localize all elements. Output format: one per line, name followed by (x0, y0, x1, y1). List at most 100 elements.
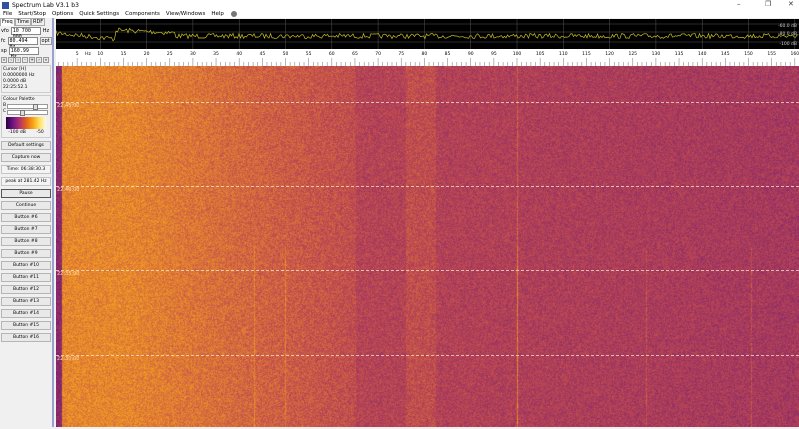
menu-options[interactable]: Options (52, 11, 73, 17)
cursor-info: Cursor [H] 0.0000000 Hz 0.0000 dB 22:25:… (1, 65, 51, 93)
ruler-tick-label: 65 (352, 51, 358, 57)
menu-components[interactable]: Components (125, 11, 160, 17)
button-12-button[interactable]: Button #12 (1, 285, 51, 294)
capture-now-button[interactable]: Capture now (1, 153, 51, 162)
contrast-slider[interactable] (7, 109, 48, 116)
ruler-tick-label: 135 (675, 51, 684, 57)
time-label: 22:40:00 (57, 187, 80, 193)
ruler-tick-label: 30 (190, 51, 196, 57)
close-button[interactable]: ✕ (788, 0, 794, 8)
ruler-tick-label: 70 (375, 51, 381, 57)
button-10-button[interactable]: Button #10 (1, 261, 51, 270)
spectrum-graph[interactable]: -60.0 dB -80.0 dB -100 dB (55, 19, 799, 49)
ruler-tick-label: 75 (398, 51, 404, 57)
ruler-tick-label: 10 (97, 51, 103, 57)
ruler-tick-label: 5 (76, 51, 79, 57)
nav-button-fast-left[interactable]: « (1, 57, 7, 63)
brightness-slider[interactable] (7, 103, 48, 110)
status-indicator-icon[interactable] (230, 11, 237, 17)
ruler-tick-label: 155 (767, 51, 776, 57)
sp-input[interactable]: 160.99 Hz (8, 47, 39, 60)
menu-view-windows[interactable]: View/Windows (166, 11, 205, 17)
menu-help[interactable]: Help (211, 11, 224, 17)
time-label: 22:35:00 (57, 271, 80, 277)
time-gridline (56, 270, 799, 271)
ruler-tick-label: 40 (236, 51, 242, 57)
button-9-button[interactable]: Button #9 (1, 249, 51, 258)
ruler-tick-label: 100 (513, 51, 522, 57)
ruler-unit-label: Hz (85, 51, 91, 57)
opt-button[interactable]: opt (39, 37, 52, 45)
time-label: 22:30:00 (57, 356, 80, 362)
ruler-tick-label: 25 (167, 51, 173, 57)
ruler-tick-label: 145 (721, 51, 730, 57)
tab-freq[interactable]: Freq (0, 18, 15, 26)
tab-rdf[interactable]: RDF (30, 18, 46, 26)
ruler-tick-label: 120 (605, 51, 614, 57)
zoom-in-button[interactable]: + (29, 57, 35, 63)
contrast-label: C (3, 109, 7, 114)
button-16-button[interactable]: Button #16 (1, 333, 51, 342)
db-label: -100 dB (779, 42, 797, 47)
ruler-tick-label: 20 (144, 51, 150, 57)
ruler-tick-label: 150 (744, 51, 753, 57)
palette-min-label: -100 dB (8, 130, 26, 135)
ruler-tick-label: 125 (628, 51, 637, 57)
ruler-tick-label: 95 (491, 51, 497, 57)
colour-palette-bar (6, 117, 46, 129)
zoom-out-button[interactable]: - (22, 57, 28, 63)
time-gridline (56, 186, 799, 187)
ruler-tick-label: 140 (698, 51, 707, 57)
vfo-input[interactable]: 10 700 000 (10, 27, 41, 40)
fc-input[interactable]: 80.494 Hz (7, 37, 38, 50)
ruler-tick-label: 60 (329, 51, 335, 57)
menu-start-stop[interactable]: Start/Stop (18, 11, 46, 17)
palette-max-label: -50 (36, 130, 44, 135)
ruler-tick-label: 45 (259, 51, 265, 57)
menu-file[interactable]: File (3, 11, 12, 17)
tab-time[interactable]: Time (14, 18, 31, 26)
button-15-button[interactable]: Button #15 (1, 321, 51, 330)
default-settings-button[interactable]: Default settings (1, 141, 51, 150)
menu-bar: File Start/Stop Options Quick Settings C… (0, 10, 799, 18)
pause-button[interactable]: Pause (1, 189, 51, 198)
button-13-button[interactable]: Button #13 (1, 297, 51, 306)
fc-label: fc (1, 38, 6, 44)
button-8-button[interactable]: Button #8 (1, 237, 51, 246)
nav-button-fast-right[interactable]: » (43, 57, 49, 63)
nav-button-step-left[interactable]: ‹ (15, 57, 21, 63)
button-11-button[interactable]: Button #11 (1, 273, 51, 282)
minimize-button[interactable]: – (737, 0, 741, 8)
db-label: -80.0 dB (777, 32, 797, 37)
button-6-button[interactable]: Button #6 (1, 213, 51, 222)
continue-button[interactable]: Continue (1, 201, 51, 210)
ruler-tick-label: 110 (559, 51, 568, 57)
ruler-tick-label: 105 (536, 51, 545, 57)
restore-button[interactable]: ❐ (765, 0, 771, 8)
nav-button-right[interactable]: › (36, 57, 42, 63)
nav-button-left[interactable]: ‹ (8, 57, 14, 63)
button-7-button[interactable]: Button #7 (1, 225, 51, 234)
peak-display: peak at 281.42 Hz (1, 177, 51, 186)
sp-label: sp (1, 48, 7, 54)
contrast-slider-thumb[interactable] (19, 109, 25, 116)
colour-palette-group: Colour Palette B C -100 dB -50 (1, 95, 51, 138)
ruler-tick-label: 90 (468, 51, 474, 57)
ruler-tick-label: 35 (213, 51, 219, 57)
waterfall-canvas[interactable] (56, 66, 799, 427)
time-gridline (56, 355, 799, 356)
ruler-tick-label: 15 (121, 51, 127, 57)
waterfall-display[interactable]: 22:45:00 22:40:00 22:35:00 22:30:00 (56, 66, 799, 427)
ruler-tick-label: 80 (422, 51, 428, 57)
ruler-tick-label: 160 (791, 51, 799, 57)
time-gridline (56, 102, 799, 103)
menu-quick-settings[interactable]: Quick Settings (79, 11, 119, 17)
button-14-button[interactable]: Button #14 (1, 309, 51, 318)
time-display: Time: 06:38:30.3 (1, 165, 51, 174)
frequency-scale[interactable]: 5 10 15 20 25 30 35 40 45 50 55 60 65 70 75 80 85 90 95 100… (56, 49, 799, 66)
ruler-tick-label: 50 (283, 51, 289, 57)
vfo-label: vfo (1, 28, 9, 34)
vfo-unit: Hz (42, 28, 50, 34)
window-title: Spectrum Lab V3.1 b3 (12, 1, 79, 9)
ruler-tick-label: 115 (582, 51, 591, 57)
